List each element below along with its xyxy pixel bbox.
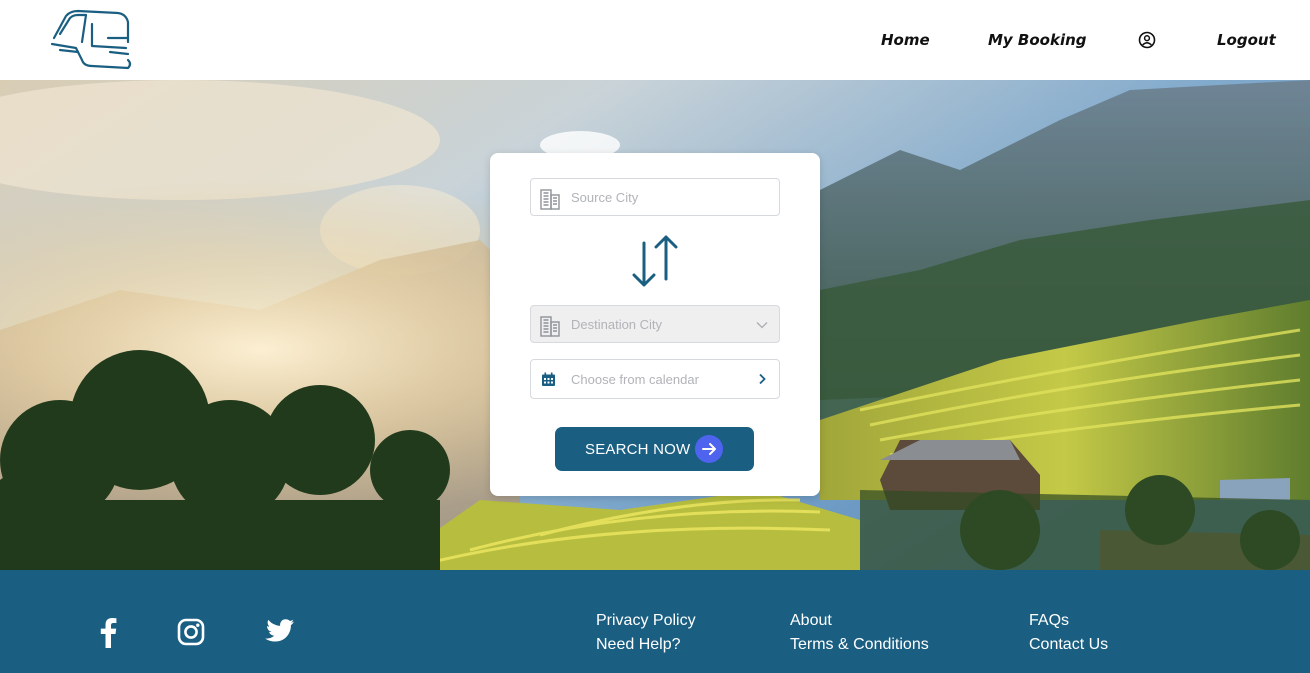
footer-link-terms[interactable]: Terms & Conditions [790, 636, 929, 654]
building-icon [540, 316, 560, 337]
search-now-label: SEARCH NOW [585, 441, 691, 458]
footer-link-need-help[interactable]: Need Help? [596, 636, 681, 654]
top-navbar: Home My Booking Logout [0, 0, 1310, 80]
calendar-icon [542, 372, 555, 386]
site-footer: Privacy Policy Need Help? About Terms & … [0, 570, 1310, 673]
swap-arrows-icon[interactable] [630, 233, 682, 289]
hero-banner: Source City Destination City Choose from… [0, 80, 1310, 570]
bus-logo-icon[interactable] [48, 8, 132, 72]
chevron-right-icon[interactable] [755, 372, 769, 386]
arrow-right-icon [695, 435, 723, 463]
nav-my-booking-link[interactable]: My Booking [988, 31, 1087, 49]
footer-link-contact-us[interactable]: Contact Us [1029, 636, 1108, 654]
destination-city-placeholder: Destination City [571, 317, 663, 332]
nav-home-link[interactable]: Home [881, 31, 930, 49]
building-icon [540, 189, 560, 210]
chevron-down-icon [756, 322, 768, 329]
search-now-button[interactable]: SEARCH NOW [555, 427, 754, 471]
destination-city-select[interactable]: Destination City [530, 305, 780, 343]
footer-link-privacy-policy[interactable]: Privacy Policy [596, 612, 696, 630]
user-circle-icon[interactable] [1138, 31, 1156, 49]
source-city-placeholder: Source City [571, 190, 639, 205]
search-card: Source City Destination City Choose from… [490, 153, 820, 496]
footer-link-about[interactable]: About [790, 612, 832, 630]
twitter-icon[interactable] [263, 618, 295, 646]
travel-date-picker[interactable]: Choose from calendar [530, 359, 780, 399]
facebook-icon[interactable] [98, 616, 118, 648]
source-city-input[interactable]: Source City [530, 178, 780, 216]
footer-link-faqs[interactable]: FAQs [1029, 612, 1069, 630]
date-placeholder: Choose from calendar [571, 372, 699, 387]
instagram-icon[interactable] [177, 618, 205, 646]
nav-logout-link[interactable]: Logout [1217, 31, 1276, 49]
